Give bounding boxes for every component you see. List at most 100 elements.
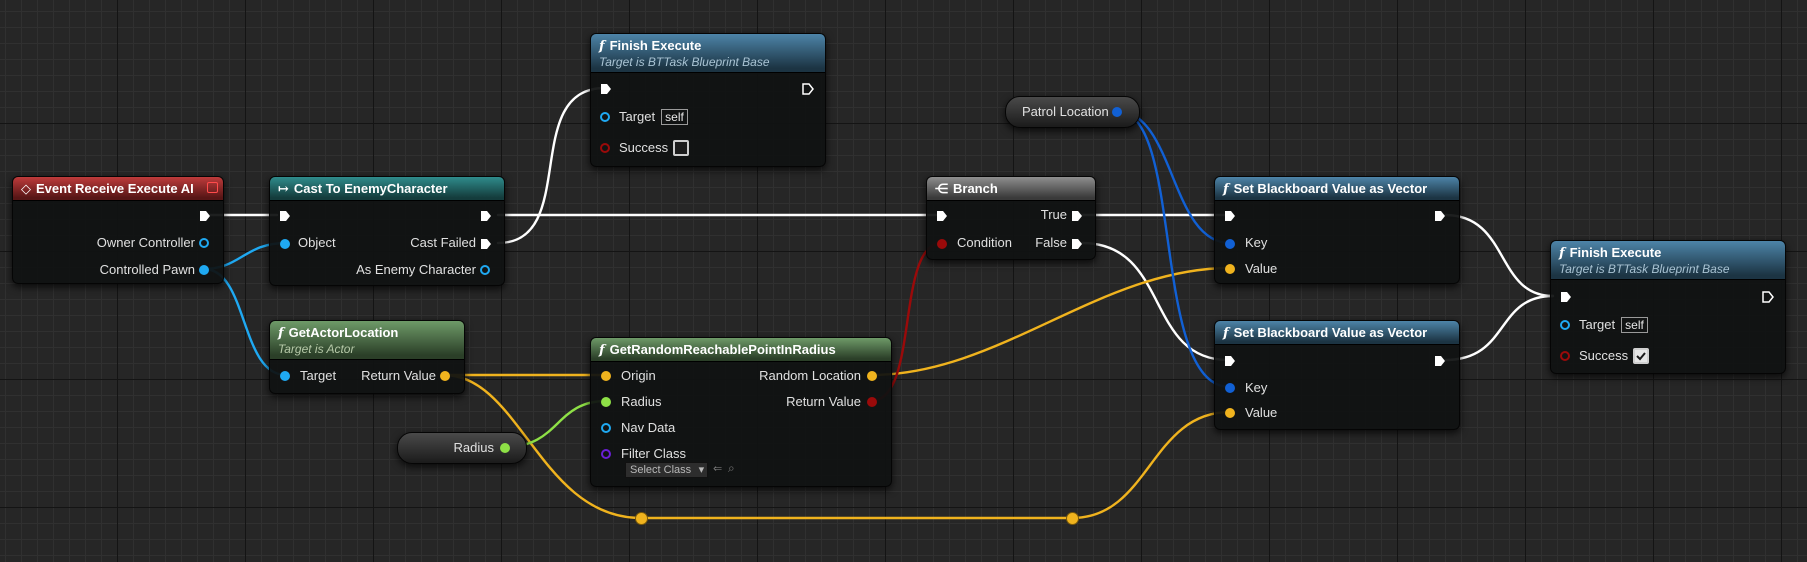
exec-out-pin[interactable] [1434, 210, 1446, 222]
radius-pin[interactable] [601, 397, 611, 407]
finish-execute-node-right[interactable]: f Finish Execute Target is BTTask Bluepri… [1550, 240, 1786, 374]
node-header: f Set Blackboard Value as Vector [1215, 177, 1459, 201]
node-header: f Finish Execute Target is BTTask Bluepri… [591, 34, 825, 73]
exec-in-pin[interactable] [279, 210, 291, 222]
patrol-location-variable-node[interactable]: Patrol Location [1005, 96, 1140, 128]
object-pin[interactable] [280, 239, 290, 249]
condition-pin[interactable] [937, 239, 947, 249]
function-icon: f [1559, 246, 1565, 261]
radius-variable-label: Radius [453, 440, 494, 455]
key-pin[interactable] [1225, 383, 1235, 393]
browse-icon[interactable]: ⌕ [728, 460, 735, 476]
exec-in-pin[interactable] [1560, 291, 1572, 303]
true-exec-pin[interactable] [1071, 210, 1083, 222]
key-pin[interactable] [1225, 239, 1235, 249]
node-header: f Set Blackboard Value as Vector [1215, 321, 1459, 345]
patrol-location-pin[interactable] [1112, 107, 1122, 117]
wire-reroute-setbb2-value [1070, 410, 1232, 520]
function-icon: f [278, 326, 284, 341]
success-checkbox[interactable] [673, 140, 689, 156]
blueprint-graph-canvas[interactable]: f Finish Execute Target is BTTask Bluepri… [0, 0, 1807, 562]
radius-label: Radius [621, 394, 662, 409]
exec-out-pin[interactable] [199, 210, 211, 222]
node-title: GetActorLocation [288, 325, 399, 340]
exec-in-pin[interactable] [1224, 210, 1236, 222]
target-pin[interactable] [1560, 320, 1570, 330]
controlled-pawn-pin[interactable] [199, 265, 209, 275]
radius-variable-pin[interactable] [500, 443, 510, 453]
return-value-pin[interactable] [440, 371, 450, 381]
origin-pin[interactable] [601, 371, 611, 381]
cast-to-enemy-character-node[interactable]: ↦ Cast To EnemyCharacter Object Cast Fail… [269, 176, 505, 286]
random-location-pin[interactable] [867, 371, 877, 381]
exec-in-pin[interactable] [600, 83, 612, 95]
exec-out-pin[interactable] [802, 83, 814, 95]
wire-exec-setbb2-finish [1443, 294, 1555, 362]
return-value-pin[interactable] [867, 397, 877, 407]
as-enemy-character-label: As Enemy Character [356, 262, 476, 277]
condition-label: Condition [957, 235, 1012, 250]
set-blackboard-value-node-1[interactable]: f Set Blackboard Value as Vector Key Valu… [1214, 176, 1460, 284]
node-title: Set Blackboard Value as Vector [1233, 325, 1428, 340]
use-selected-icon[interactable]: ⇐ [713, 461, 722, 477]
wire-exec-failed-finish [496, 86, 607, 245]
exec-in-pin[interactable] [936, 210, 948, 222]
function-icon: f [599, 343, 605, 358]
get-random-reachable-point-node[interactable]: f GetRandomReachablePointInRadius Origin … [590, 337, 892, 487]
function-icon: f [599, 39, 605, 54]
as-enemy-character-pin[interactable] [480, 265, 490, 275]
cast-failed-label: Cast Failed [410, 235, 476, 250]
success-label: Success [619, 140, 669, 155]
success-checkbox[interactable] [1633, 348, 1649, 364]
event-receive-execute-ai-node[interactable]: ◇ Event Receive Execute AI Owner Controll… [12, 176, 224, 284]
false-label: False [1035, 235, 1067, 250]
radius-variable-node[interactable]: Radius [397, 432, 527, 464]
key-label: Key [1245, 235, 1268, 250]
owner-controller-pin[interactable] [199, 238, 209, 248]
exec-in-pin[interactable] [1224, 355, 1236, 367]
node-header: ◇ Event Receive Execute AI [13, 177, 223, 201]
target-label: Target [619, 109, 656, 124]
reroute-knot-2[interactable] [1066, 512, 1079, 525]
wire-exec-setbb1-finish [1443, 213, 1555, 298]
patrol-location-label: Patrol Location [1022, 104, 1109, 119]
cast-failed-pin[interactable] [480, 238, 492, 250]
target-label: Target [300, 368, 337, 383]
node-header: ⋲ Branch [927, 177, 1095, 201]
node-subtitle: Target is BTTask Blueprint Base [599, 55, 770, 69]
delegate-pin-icon[interactable] [207, 182, 218, 193]
origin-label: Origin [621, 368, 656, 383]
reroute-knot-1[interactable] [635, 512, 648, 525]
nav-data-pin[interactable] [601, 423, 611, 433]
exec-out-pin[interactable] [1762, 291, 1774, 303]
branch-icon: ⋲ [935, 182, 948, 197]
select-class-dropdown[interactable]: Select Class ▾ [625, 462, 709, 478]
checkmark-icon [1636, 352, 1646, 361]
success-pin[interactable] [600, 143, 610, 153]
target-pin[interactable] [600, 112, 610, 122]
success-label: Success [1579, 348, 1629, 363]
get-actor-location-node[interactable]: f GetActorLocation Target is Actor Target… [269, 320, 465, 394]
finish-execute-node-top[interactable]: f Finish Execute Target is BTTask Bluepri… [590, 33, 826, 167]
success-pin[interactable] [1560, 351, 1570, 361]
exec-out-pin[interactable] [1434, 355, 1446, 367]
cast-icon: ↦ [278, 182, 289, 197]
filter-class-pin[interactable] [601, 449, 611, 459]
target-self-box[interactable]: self [661, 109, 688, 125]
return-value-label: Return Value [786, 394, 861, 409]
random-location-label: Random Location [759, 368, 861, 383]
target-self-box[interactable]: self [1621, 317, 1648, 333]
set-blackboard-value-node-2[interactable]: f Set Blackboard Value as Vector Key Valu… [1214, 320, 1460, 430]
branch-node[interactable]: ⋲ Branch Condition True False [926, 176, 1096, 260]
wire-randloc-setbb1-value [869, 266, 1232, 377]
false-exec-pin[interactable] [1071, 238, 1083, 250]
target-pin[interactable] [280, 371, 290, 381]
node-title: Finish Execute [609, 38, 702, 53]
event-icon: ◇ [21, 182, 31, 197]
value-pin[interactable] [1225, 264, 1235, 274]
select-class-text: Select Class [630, 464, 692, 476]
node-title: Finish Execute [1569, 245, 1662, 260]
target-row: Target self [619, 109, 688, 125]
value-pin[interactable] [1225, 408, 1235, 418]
exec-out-pin[interactable] [480, 210, 492, 222]
